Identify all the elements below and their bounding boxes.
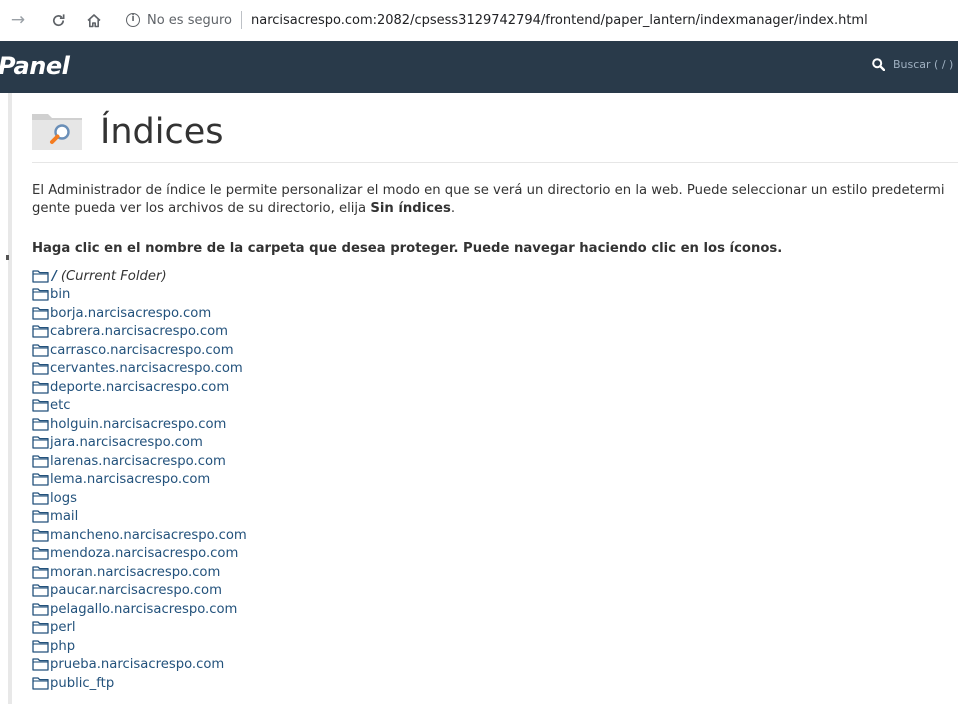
folder-link[interactable]: mail	[50, 509, 78, 524]
folder-icon[interactable]	[32, 547, 49, 560]
indices-folder-search-icon	[32, 110, 82, 155]
folder-icon[interactable]	[32, 658, 49, 671]
folder-link[interactable]: carrasco.narcisacrespo.com	[50, 343, 234, 358]
folder-link[interactable]: pelagallo.narcisacrespo.com	[50, 602, 237, 617]
forward-arrow-icon[interactable]: →	[4, 6, 32, 34]
folder-item[interactable]: mail	[32, 508, 958, 527]
current-folder-link[interactable]: /	[52, 269, 57, 284]
folder-link[interactable]: public_ftp	[50, 676, 114, 691]
folder-link[interactable]: moran.narcisacrespo.com	[50, 565, 220, 580]
folder-item[interactable]: carrasco.narcisacrespo.com	[32, 341, 958, 360]
cpanel-logo[interactable]: Panel	[0, 52, 70, 80]
reload-icon[interactable]	[44, 6, 72, 34]
folder-item[interactable]: mancheno.narcisacrespo.com	[32, 526, 958, 545]
folder-item[interactable]: moran.narcisacrespo.com	[32, 563, 958, 582]
search-box[interactable]: Buscar ( / )	[872, 58, 953, 71]
info-icon: i	[126, 13, 140, 27]
folder-icon[interactable]	[32, 344, 49, 357]
folder-link[interactable]: paucar.narcisacrespo.com	[50, 583, 222, 598]
url-field[interactable]: narcisacrespo.com:2082/cpsess3129742794/…	[251, 13, 868, 28]
folder-link[interactable]: borja.narcisacrespo.com	[50, 306, 211, 321]
instruction-text: Haga clic en el nombre de la carpeta que…	[32, 241, 783, 256]
folder-icon[interactable]	[32, 270, 49, 283]
folder-item[interactable]: deporte.narcisacrespo.com	[32, 378, 958, 397]
cpanel-header: Panel Buscar ( / )	[0, 41, 958, 93]
folder-item[interactable]: paucar.narcisacrespo.com	[32, 582, 958, 601]
folder-link[interactable]: holguin.narcisacrespo.com	[50, 417, 226, 432]
url-separator	[241, 11, 242, 29]
home-icon[interactable]	[80, 6, 108, 34]
folder-link[interactable]: perl	[50, 620, 76, 635]
folder-icon[interactable]	[32, 640, 49, 653]
folder-item[interactable]: larenas.narcisacrespo.com	[32, 452, 958, 471]
folder-icon[interactable]	[32, 381, 49, 394]
folder-icon[interactable]	[32, 399, 49, 412]
page-header: Índices	[32, 93, 958, 163]
folder-item[interactable]: cervantes.narcisacrespo.com	[32, 360, 958, 379]
folder-item[interactable]: php	[32, 637, 958, 656]
folder-link[interactable]: prueba.narcisacrespo.com	[50, 657, 224, 672]
page-title: Índices	[100, 112, 224, 152]
folder-item[interactable]: holguin.narcisacrespo.com	[32, 415, 958, 434]
description-period: .	[450, 201, 456, 216]
folder-icon[interactable]	[32, 621, 49, 634]
folder-item[interactable]: borja.narcisacrespo.com	[32, 304, 958, 323]
page-description: El Administrador de índice le permite pe…	[32, 182, 958, 218]
folder-link[interactable]: logs	[50, 491, 77, 506]
site-info[interactable]: i No es seguro	[126, 13, 232, 28]
folder-icon[interactable]	[32, 566, 49, 579]
search-placeholder: Buscar ( / )	[893, 58, 954, 71]
no-indexes-option-text: Sin índices	[370, 201, 451, 216]
folder-item[interactable]: cabrera.narcisacrespo.com	[32, 323, 958, 342]
folder-link[interactable]: cervantes.narcisacrespo.com	[50, 361, 243, 376]
folder-icon[interactable]	[32, 436, 49, 449]
folder-icon[interactable]	[32, 362, 49, 375]
folder-link[interactable]: bin	[50, 287, 70, 302]
current-folder-label: (Current Folder)	[60, 268, 167, 284]
folder-icon[interactable]	[32, 473, 49, 486]
folder-link[interactable]: larenas.narcisacrespo.com	[50, 454, 226, 469]
folder-link[interactable]: jara.narcisacrespo.com	[50, 435, 203, 450]
folder-link[interactable]: lema.narcisacrespo.com	[50, 472, 210, 487]
folder-icon[interactable]	[32, 584, 49, 597]
folder-icon[interactable]	[32, 307, 49, 320]
folder-link[interactable]: etc	[50, 398, 71, 413]
browser-toolbar: → i No es seguro narcisacrespo.com:2082/…	[0, 0, 958, 40]
folder-link[interactable]: deporte.narcisacrespo.com	[50, 380, 229, 395]
folder-icon[interactable]	[32, 418, 49, 431]
folder-icon[interactable]	[32, 288, 49, 301]
security-label: No es seguro	[147, 12, 232, 28]
main-content: Índices El Administrador de índice le pe…	[32, 93, 958, 704]
folder-item[interactable]: public_ftp	[32, 674, 958, 693]
folder-item[interactable]: logs	[32, 489, 958, 508]
folder-icon[interactable]	[32, 510, 49, 523]
folder-item[interactable]: pelagallo.narcisacrespo.com	[32, 600, 958, 619]
folder-link[interactable]: cabrera.narcisacrespo.com	[50, 324, 228, 339]
sidebar-handle-icon	[6, 255, 9, 260]
folder-icon[interactable]	[32, 492, 49, 505]
folder-item[interactable]: perl	[32, 619, 958, 638]
description-line-1: El Administrador de índice le permite pe…	[32, 183, 945, 198]
description-text: gente pueda ver los archivos de su direc…	[32, 201, 371, 216]
folder-icon[interactable]	[32, 325, 49, 338]
description-line-2: gente pueda ver los archivos de su direc…	[32, 200, 958, 218]
folder-list: / (Current Folder) bin borja.narcisacresp…	[32, 267, 958, 693]
folder-item[interactable]: jara.narcisacrespo.com	[32, 434, 958, 453]
folder-icon[interactable]	[32, 677, 49, 690]
folder-link[interactable]: mancheno.narcisacrespo.com	[50, 528, 247, 543]
folder-link[interactable]: php	[50, 639, 75, 654]
folder-icon[interactable]	[32, 603, 49, 616]
folder-item[interactable]: mendoza.narcisacrespo.com	[32, 545, 958, 564]
folder-icon[interactable]	[32, 455, 49, 468]
left-sidebar-collapsed[interactable]	[0, 93, 12, 704]
folder-item[interactable]: lema.narcisacrespo.com	[32, 471, 958, 490]
folder-icon[interactable]	[32, 529, 49, 542]
folder-item[interactable]: etc	[32, 397, 958, 416]
current-folder-item[interactable]: / (Current Folder)	[32, 267, 958, 286]
folder-item[interactable]: bin	[32, 286, 958, 305]
folder-link[interactable]: mendoza.narcisacrespo.com	[50, 546, 238, 561]
search-icon	[872, 58, 885, 71]
folder-item[interactable]: prueba.narcisacrespo.com	[32, 656, 958, 675]
